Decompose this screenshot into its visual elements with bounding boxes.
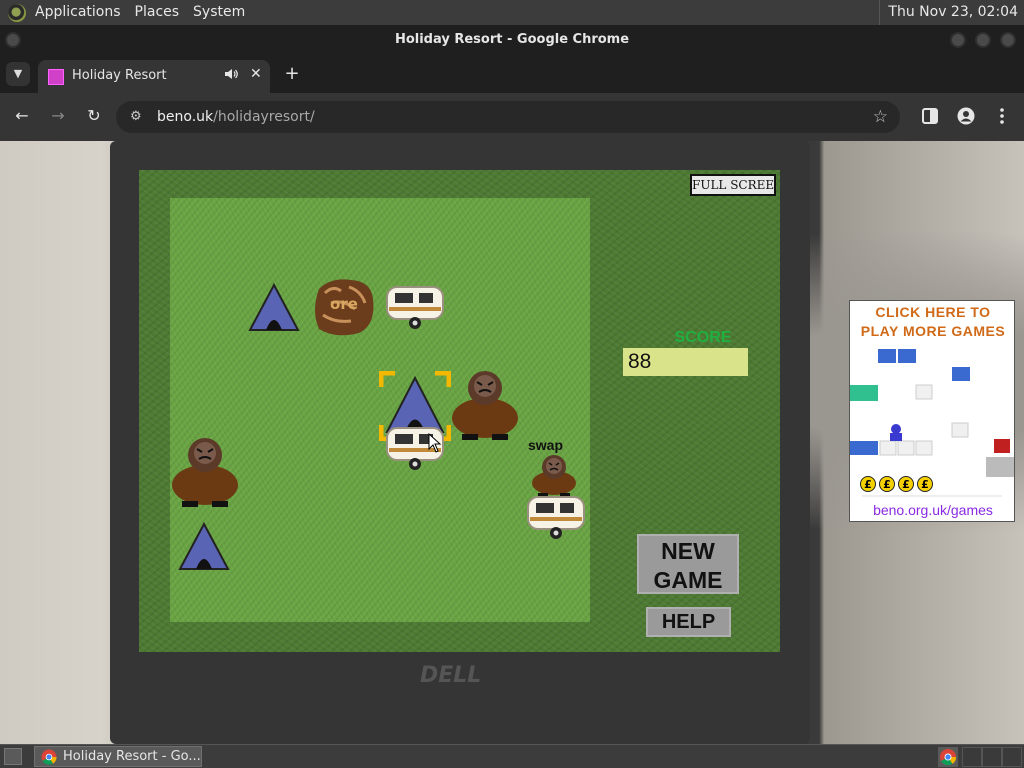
maximize-icon[interactable] (975, 32, 991, 48)
window-menu-icon[interactable] (5, 32, 21, 48)
bear-piece[interactable] (170, 437, 240, 509)
close-window-icon[interactable] (1000, 32, 1016, 48)
tab-close-icon[interactable]: ✕ (250, 66, 262, 82)
fullscreen-button[interactable]: FULL SCREEN (690, 174, 776, 196)
profile-icon[interactable] (957, 107, 975, 125)
ore-text: ore (330, 295, 358, 313)
new-game-line1: NEW (661, 538, 715, 564)
side-panel-icon[interactable] (921, 107, 939, 125)
panel-clock[interactable]: Thu Nov 23, 02:04 (879, 0, 1024, 25)
tent-piece[interactable] (178, 521, 230, 571)
swap-zone-label-top: swap (528, 437, 564, 453)
coin-row: £ £ £ £ (860, 476, 933, 492)
window-titlebar: Holiday Resort - Google Chrome (0, 25, 1024, 55)
ad-headline-line2: PLAY MORE GAMES (860, 323, 1006, 339)
ad-game-preview (850, 349, 1014, 497)
speaker-icon[interactable] (224, 67, 238, 85)
bear-piece[interactable] (450, 370, 520, 442)
new-game-button[interactable]: NEW GAME (637, 534, 739, 594)
tab-holiday-resort[interactable]: Holiday Resort ✕ (38, 60, 270, 93)
site-info-icon[interactable]: ⚙ (130, 101, 142, 133)
show-desktop-icon[interactable] (4, 748, 22, 765)
workspace-1[interactable] (962, 747, 982, 767)
swap-zone-small-bear[interactable] (529, 453, 579, 497)
pound-coin-icon: £ (917, 476, 933, 492)
taskbar-window-label: Holiday Resort - Go... (63, 749, 201, 764)
more-games-ad[interactable]: CLICK HERE TO PLAY MORE GAMES £ £ £ £ be… (849, 300, 1015, 522)
reload-icon[interactable]: ↻ (83, 106, 105, 125)
tab-search-chevron-icon[interactable]: ▼ (6, 62, 30, 86)
menu-applications[interactable]: Applications (28, 0, 128, 25)
address-bar[interactable]: ⚙ beno.uk/holidayresort/ ☆ (116, 101, 900, 133)
browser-toolbar: ← → ↻ ⚙ beno.uk/holidayresort/ ☆ (0, 93, 1024, 141)
score-label: SCORE (674, 329, 732, 346)
tray-chrome-icon[interactable] (938, 747, 958, 767)
mouse-pointer-icon (428, 433, 442, 453)
pound-coin-icon: £ (898, 476, 914, 492)
workspace-3[interactable] (1002, 747, 1022, 767)
monitor-brand-logo: DELL (420, 663, 482, 688)
bottom-taskbar: Holiday Resort - Go... (0, 744, 1024, 768)
caravan-piece[interactable] (526, 493, 588, 541)
new-game-line2: GAME (653, 567, 723, 593)
tab-strip: ▼ Holiday Resort ✕ + (0, 55, 1024, 93)
ore-rock-piece[interactable]: ore (311, 275, 377, 337)
more-games-link[interactable]: beno.org.uk/games (850, 502, 1014, 518)
site-favicon-icon (48, 69, 64, 85)
tab-title: Holiday Resort (72, 68, 167, 83)
distro-logo-icon[interactable] (8, 3, 26, 22)
score-value: 88 (623, 348, 748, 376)
new-tab-button[interactable]: + (282, 63, 302, 85)
pound-coin-icon: £ (879, 476, 895, 492)
menu-places[interactable]: Places (128, 0, 187, 25)
help-button[interactable]: HELP (646, 607, 731, 637)
caravan-piece[interactable] (385, 283, 447, 331)
ad-headline: CLICK HERE TO PLAY MORE GAMES (850, 303, 1014, 341)
forward-arrow-icon[interactable]: → (47, 106, 69, 125)
taskbar-window-button[interactable]: Holiday Resort - Go... (34, 746, 202, 767)
bookmark-star-icon[interactable]: ☆ (873, 101, 888, 133)
top-panel: Applications Places System Thu Nov 23, 0… (0, 0, 1024, 25)
tent-piece[interactable] (248, 282, 300, 332)
kebab-menu-icon[interactable] (993, 107, 1011, 125)
back-arrow-icon[interactable]: ← (11, 106, 33, 125)
workspace-2[interactable] (982, 747, 1002, 767)
minimize-icon[interactable] (950, 32, 966, 48)
url-path: /holidayresort/ (213, 109, 315, 125)
url-host: beno.uk (157, 109, 214, 125)
chrome-icon (41, 749, 57, 765)
menu-system[interactable]: System (186, 0, 252, 25)
pound-coin-icon: £ (860, 476, 876, 492)
window-title: Holiday Resort - Google Chrome (394, 32, 630, 47)
game-board[interactable]: FULL SCREEN ore swap SCORE 88 NEW GAME H… (139, 170, 780, 652)
page-viewport: DELL FULL SCREEN ore swap SCORE 88 NEW G… (0, 141, 1024, 744)
ad-headline-line1: CLICK HERE TO (875, 304, 991, 320)
